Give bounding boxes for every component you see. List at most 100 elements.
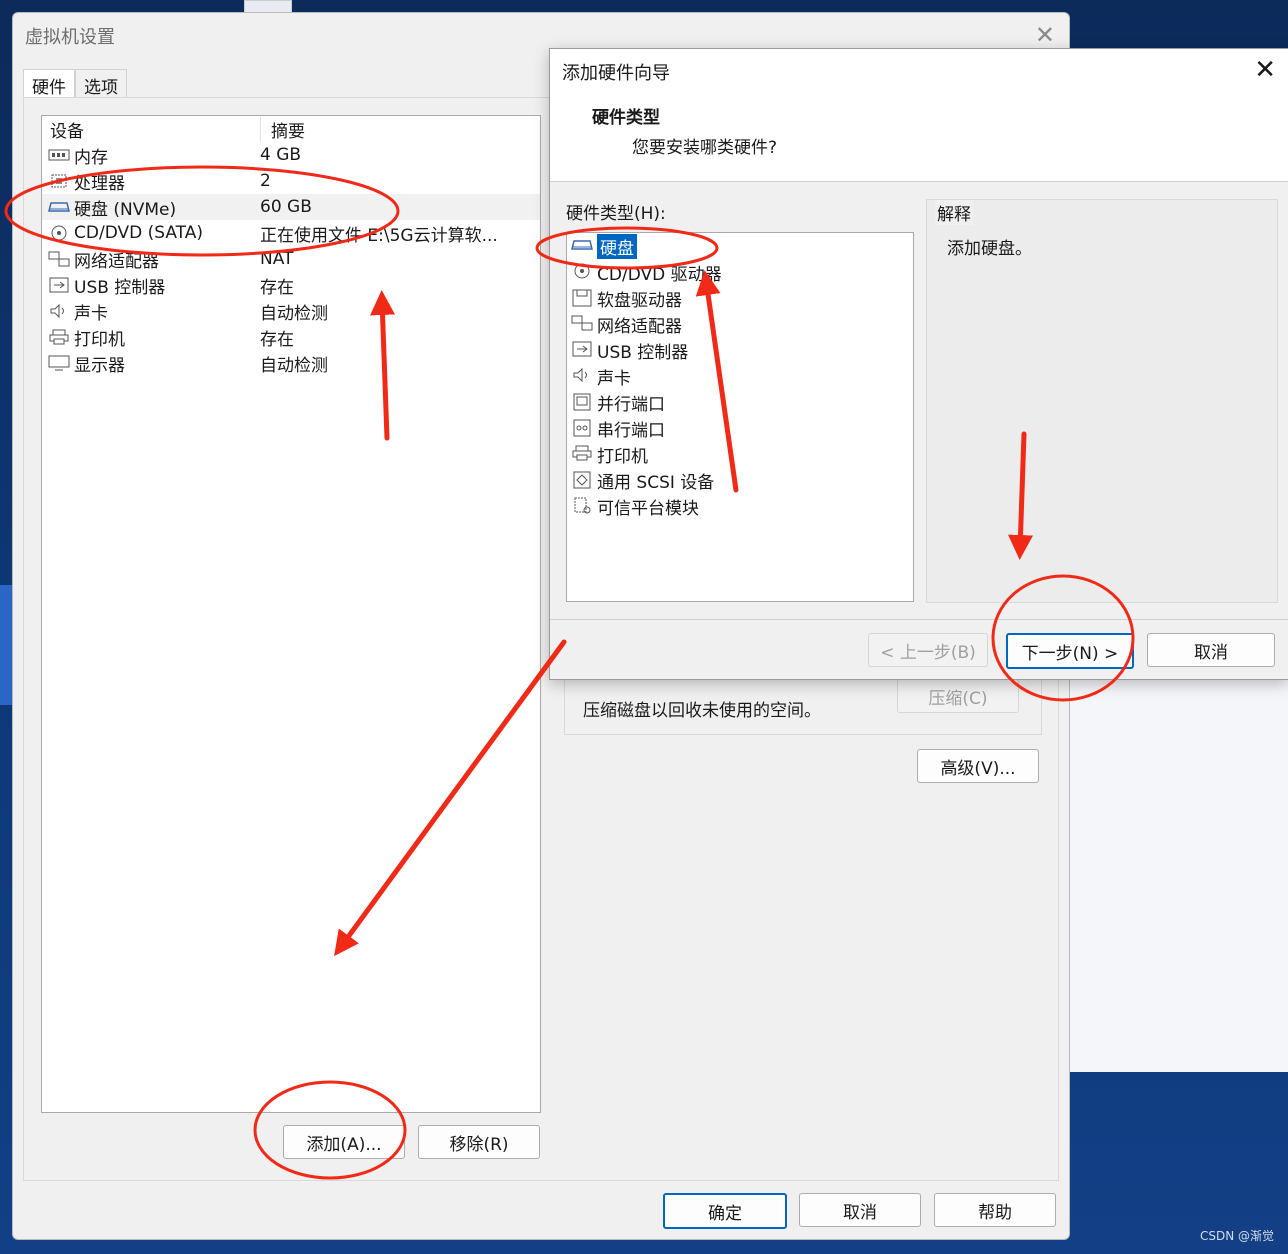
device-row[interactable]: 处理器 2 bbox=[42, 168, 540, 194]
tpm-icon bbox=[571, 497, 593, 515]
next-button[interactable]: 下一步(N) > bbox=[1006, 633, 1134, 669]
network-icon bbox=[48, 251, 70, 267]
hardware-type-label-text: 通用 SCSI 设备 bbox=[597, 472, 715, 493]
hardware-type-item[interactable]: 并行端口 bbox=[567, 389, 913, 415]
device-name-cell: 网络适配器 bbox=[42, 247, 260, 272]
add-hardware-button[interactable]: 添加(A)... bbox=[283, 1125, 405, 1159]
wizard-cancel-button[interactable]: 取消 bbox=[1147, 633, 1275, 667]
cd-icon bbox=[48, 225, 70, 241]
remove-hardware-button[interactable]: 移除(R) bbox=[418, 1125, 540, 1159]
network-icon bbox=[571, 315, 593, 333]
column-header-device[interactable]: 设备 bbox=[42, 117, 260, 142]
device-row[interactable]: 网络适配器 NAT bbox=[42, 246, 540, 272]
device-row[interactable]: 声卡 自动检测 bbox=[42, 298, 540, 324]
hardware-type-label-text: 网络适配器 bbox=[597, 316, 682, 337]
hardware-type-label-text: USB 控制器 bbox=[597, 342, 689, 363]
harddisk-icon bbox=[48, 199, 70, 215]
device-name-cell: 打印机 bbox=[42, 325, 260, 350]
hardware-type-label-text: 软盘驱动器 bbox=[597, 290, 682, 311]
hardware-type-item[interactable]: 软盘驱动器 bbox=[567, 285, 913, 311]
wizard-step-subtitle: 您要安装哪类硬件? bbox=[632, 138, 778, 158]
tab-hardware[interactable]: 硬件 bbox=[23, 69, 75, 98]
device-summary: NAT bbox=[260, 249, 294, 269]
hardware-type-items: 硬盘 CD/DVD 驱动器 软盘驱动器网络适配器 USB 控制器 声卡并行端口串行端口打… bbox=[567, 233, 913, 519]
device-summary: 60 GB bbox=[260, 197, 312, 217]
monitor-icon bbox=[48, 355, 70, 371]
device-name-cell: CD/DVD (SATA) bbox=[42, 223, 260, 243]
divider bbox=[550, 619, 1288, 620]
device-name-cell: USB 控制器 bbox=[42, 273, 260, 298]
usb-icon bbox=[48, 277, 70, 293]
device-summary: 存在 bbox=[260, 277, 294, 298]
device-name: CD/DVD (SATA) bbox=[74, 223, 203, 243]
floppy-icon bbox=[571, 289, 593, 307]
hardware-type-label-text: 并行端口 bbox=[597, 394, 665, 415]
cd-icon bbox=[571, 263, 593, 281]
scsi-icon bbox=[571, 471, 593, 489]
device-name: 显示器 bbox=[74, 355, 125, 376]
hardware-type-item[interactable]: 网络适配器 bbox=[567, 311, 913, 337]
wizard-titlebar: 添加硬件向导 ✕ bbox=[550, 49, 1288, 91]
compress-button[interactable]: 压缩(C) bbox=[897, 679, 1019, 713]
device-row[interactable]: 显示器 自动检测 bbox=[42, 350, 540, 376]
device-name-cell: 硬盘 (NVMe) bbox=[42, 195, 260, 220]
watermark: CSDN @渐觉 bbox=[1199, 1229, 1274, 1243]
close-icon[interactable]: ✕ bbox=[1035, 21, 1055, 49]
hardware-type-item[interactable]: 硬盘 bbox=[567, 233, 913, 259]
explanation-text: 添加硬盘。 bbox=[947, 239, 1032, 259]
device-summary: 2 bbox=[260, 171, 271, 191]
hardware-type-label-text: CD/DVD 驱动器 bbox=[597, 264, 722, 285]
device-row[interactable]: 内存 4 GB bbox=[42, 142, 540, 168]
hardware-type-list[interactable]: 硬盘 CD/DVD 驱动器 软盘驱动器网络适配器 USB 控制器 声卡并行端口串行端口打… bbox=[566, 232, 914, 602]
device-name-cell: 声卡 bbox=[42, 299, 260, 324]
tab-options[interactable]: 选项 bbox=[75, 69, 127, 98]
device-list: 设备 摘要 内存 4 GB 处理器 2 硬盘 (NVMe) 60 GB CD/DVD (SA… bbox=[41, 115, 541, 1113]
device-name-cell: 内存 bbox=[42, 143, 260, 168]
hardware-type-item[interactable]: 打印机 bbox=[567, 441, 913, 467]
device-row[interactable]: USB 控制器 存在 bbox=[42, 272, 540, 298]
device-name-cell: 显示器 bbox=[42, 351, 260, 376]
wizard-title: 添加硬件向导 bbox=[562, 63, 670, 84]
hardware-type-label-text: 硬盘 bbox=[597, 233, 637, 259]
serial-port-icon bbox=[571, 419, 593, 437]
device-summary: 自动检测 bbox=[260, 303, 328, 324]
hardware-type-label-text: 声卡 bbox=[597, 368, 631, 389]
printer-icon bbox=[48, 329, 70, 345]
device-row[interactable]: 硬盘 (NVMe) 60 GB bbox=[42, 194, 540, 220]
hardware-type-item[interactable]: USB 控制器 bbox=[567, 337, 913, 363]
help-button[interactable]: 帮助 bbox=[934, 1193, 1056, 1227]
compress-description: 压缩磁盘以回收未使用的空间。 bbox=[583, 701, 821, 721]
close-icon[interactable]: ✕ bbox=[1254, 55, 1276, 85]
device-name: 内存 bbox=[74, 147, 108, 168]
hardware-type-item[interactable]: 串行端口 bbox=[567, 415, 913, 441]
parallel-port-icon bbox=[571, 393, 593, 411]
device-name-cell: 处理器 bbox=[42, 169, 260, 194]
device-name: 处理器 bbox=[74, 173, 125, 194]
device-summary: 自动检测 bbox=[260, 355, 328, 376]
advanced-button[interactable]: 高级(V)... bbox=[917, 749, 1039, 783]
explanation-group: 解释 添加硬盘。 bbox=[926, 199, 1278, 603]
hardware-type-item[interactable]: 声卡 bbox=[567, 363, 913, 389]
hardware-type-item[interactable]: CD/DVD 驱动器 bbox=[567, 259, 913, 285]
device-rows: 内存 4 GB 处理器 2 硬盘 (NVMe) 60 GB CD/DVD (SATA) 正在使… bbox=[42, 142, 540, 376]
explanation-label: 解释 bbox=[935, 200, 973, 225]
device-name: 网络适配器 bbox=[74, 251, 159, 272]
device-row[interactable]: CD/DVD (SATA) 正在使用文件 E:\5G云计算软... bbox=[42, 220, 540, 246]
device-row[interactable]: 打印机 存在 bbox=[42, 324, 540, 350]
ok-button[interactable]: 确定 bbox=[663, 1193, 787, 1229]
device-summary: 正在使用文件 E:\5G云计算软... bbox=[260, 225, 498, 246]
hardware-type-item[interactable]: 可信平台模块 bbox=[567, 493, 913, 519]
device-summary: 4 GB bbox=[260, 145, 302, 165]
wizard-header: 硬件类型 您要安装哪类硬件? bbox=[550, 91, 1288, 182]
hardware-type-label: 硬件类型(H): bbox=[566, 204, 666, 224]
device-name: 声卡 bbox=[74, 303, 108, 324]
column-header-summary[interactable]: 摘要 bbox=[260, 116, 305, 142]
speaker-icon bbox=[571, 367, 593, 385]
hardware-type-label-text: 串行端口 bbox=[597, 420, 665, 441]
hardware-type-item[interactable]: 通用 SCSI 设备 bbox=[567, 467, 913, 493]
back-button[interactable]: < 上一步(B) bbox=[868, 633, 988, 667]
usb-icon bbox=[571, 341, 593, 359]
device-list-header: 设备 摘要 bbox=[42, 116, 540, 142]
cancel-button[interactable]: 取消 bbox=[799, 1193, 921, 1227]
desktop-window-fragment bbox=[1070, 680, 1288, 1072]
